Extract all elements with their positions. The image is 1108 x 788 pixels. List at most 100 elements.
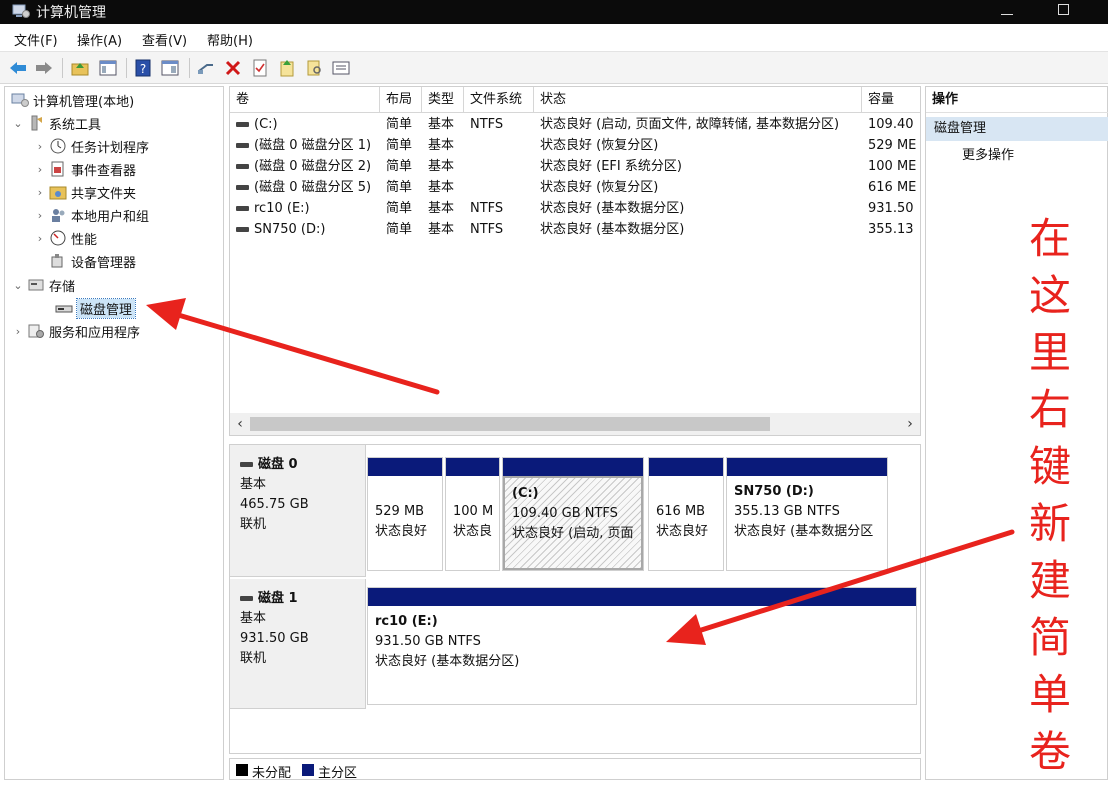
volume-status-text: 状态良好 (EFI 系统分区) [540, 159, 682, 174]
volume-status: 状态良好 (恢复分区) [534, 177, 862, 198]
column-header-status[interactable]: 状态 [534, 87, 862, 113]
volume-type: 基本 [422, 135, 464, 156]
minimize-button[interactable] [984, 0, 1030, 24]
back-button[interactable] [8, 58, 28, 78]
checklist-icon [253, 59, 267, 77]
volume-capacity-text: 529 ME [868, 138, 917, 153]
scroll-right-icon[interactable]: › [900, 413, 920, 435]
volume-capacity: 616 ME [862, 177, 920, 198]
tree-label: 性能 [71, 232, 98, 248]
tree-item-disk-management[interactable]: 磁盘管理 [53, 297, 137, 319]
chevron-right-icon[interactable]: › [33, 209, 47, 222]
chevron-right-icon[interactable]: › [33, 163, 47, 176]
forward-button[interactable] [34, 58, 54, 78]
tree-item-performance[interactable]: › 性能 [33, 227, 97, 249]
disk-0-info[interactable]: 磁盘 0 基本 465.75 GB 联机 [230, 445, 366, 577]
menu-help[interactable]: 帮助(H) [207, 30, 253, 49]
chevron-right-icon[interactable]: › [33, 232, 47, 245]
tree-label: 事件查看器 [71, 163, 137, 179]
back-arrow-icon [10, 62, 26, 74]
volume-capacity: 100 ME [862, 156, 920, 177]
volume-type-text: 基本 [428, 117, 455, 132]
tree-item-task-scheduler[interactable]: › 任务计划程序 [33, 135, 149, 157]
event-log-icon [51, 161, 64, 177]
partition-recovery-5[interactable]: 616 MB 状态良好 [648, 457, 724, 571]
legend-primary: 主分区 [318, 766, 358, 781]
column-header-capacity[interactable]: 容量 [862, 87, 920, 113]
toolbar-separator [126, 58, 127, 78]
chevron-right-icon[interactable]: › [33, 140, 47, 153]
tree-item-local-users[interactable]: › 本地用户和组 [33, 204, 149, 226]
volume-row[interactable]: (磁盘 0 磁盘分区 5) 简单 基本 状态良好 (恢复分区) 616 ME [230, 177, 920, 198]
partition-e-drive[interactable]: rc10 (E:) 931.50 GB NTFS 状态良好 (基本数据分区) [367, 587, 917, 705]
volume-type: 基本 [422, 177, 464, 198]
volume-type: 基本 [422, 219, 464, 240]
maximize-icon [1057, 4, 1069, 15]
volume-layout: 简单 [380, 135, 422, 156]
tree-label: 存储 [49, 279, 76, 295]
tree-item-system-tools[interactable]: ⌄ 系统工具 [11, 112, 101, 134]
partition-body: 616 MB 状态良好 [649, 476, 723, 570]
menu-action[interactable]: 操作(A) [77, 30, 122, 49]
properties-view-button[interactable] [160, 58, 180, 78]
search-document-icon [307, 60, 321, 76]
partition-body: SN750 (D:) 355.13 GB NTFS 状态良好 (基本数据分区 [727, 476, 887, 570]
chevron-down-icon[interactable]: ⌄ [11, 279, 25, 292]
view-list-button[interactable] [331, 58, 351, 78]
column-header-filesystem[interactable]: 文件系统 [464, 87, 534, 113]
volume-icon [236, 164, 249, 169]
tree-item-services-apps[interactable]: › 服务和应用程序 [11, 320, 140, 342]
scrollbar-thumb[interactable] [250, 417, 770, 431]
chevron-right-icon[interactable]: › [33, 186, 47, 199]
tree-item-storage[interactable]: ⌄ 存储 [11, 274, 75, 296]
chevron-right-icon[interactable]: › [11, 325, 25, 338]
volume-type: 基本 [422, 198, 464, 219]
checklist-button[interactable] [250, 58, 270, 78]
shared-folder-icon [49, 186, 67, 200]
tree-item-device-manager[interactable]: 设备管理器 [47, 250, 136, 272]
volume-row[interactable]: rc10 (E:) 简单 基本 NTFS 状态良好 (基本数据分区) 931.50 [230, 198, 920, 219]
menu-file[interactable]: 文件(F) [14, 30, 58, 49]
tree-item-root[interactable]: 计算机管理(本地) [9, 89, 134, 111]
scroll-left-icon[interactable]: ‹ [230, 413, 250, 435]
column-header-type[interactable]: 类型 [422, 87, 464, 113]
maximize-button[interactable] [1040, 0, 1086, 24]
volume-row[interactable]: (磁盘 0 磁盘分区 1) 简单 基本 状态良好 (恢复分区) 529 ME [230, 135, 920, 156]
volume-name-text: SN750 (D:) [254, 222, 326, 237]
annotation-char: 在 [1028, 214, 1071, 263]
volume-name-text: (磁盘 0 磁盘分区 1) [254, 138, 372, 153]
new-item-button[interactable] [277, 58, 297, 78]
menu-view[interactable]: 查看(V) [142, 30, 187, 49]
volume-type: 基本 [422, 156, 464, 177]
volume-icon [236, 122, 249, 127]
partition-recovery-1[interactable]: 529 MB 状态良好 [367, 457, 443, 571]
volume-row[interactable]: (磁盘 0 磁盘分区 2) 简单 基本 状态良好 (EFI 系统分区) 100 ME [230, 156, 920, 177]
show-hide-tree-button[interactable] [98, 58, 118, 78]
more-actions-link[interactable]: 更多操作 [962, 145, 1014, 167]
disk-1-info[interactable]: 磁盘 1 基本 931.50 GB 联机 [230, 579, 366, 709]
column-header-volume[interactable]: 卷 [230, 87, 380, 113]
search-button[interactable] [304, 58, 324, 78]
annotation-char: 简 [1028, 613, 1071, 662]
connect-button[interactable] [196, 58, 216, 78]
tree-item-shared-folders[interactable]: › 共享文件夹 [33, 181, 136, 203]
horizontal-scrollbar[interactable]: ‹ › [230, 413, 920, 435]
column-header-layout[interactable]: 布局 [380, 87, 422, 113]
partition-c-drive[interactable]: (C:) 109.40 GB NTFS 状态良好 (启动, 页面 [502, 457, 644, 571]
up-level-button[interactable] [70, 58, 90, 78]
tools-icon [31, 115, 42, 131]
tree-item-event-viewer[interactable]: › 事件查看器 [33, 158, 136, 180]
annotation-char: 卷 [1028, 727, 1071, 776]
annotation-char: 里 [1028, 328, 1071, 377]
partition-d-drive[interactable]: SN750 (D:) 355.13 GB NTFS 状态良好 (基本数据分区 [726, 457, 888, 571]
volume-list: 卷 布局 类型 文件系统 状态 容量 (C:) 简单 基本 NTFS 状态良好 (启动,… [229, 86, 921, 436]
partition-efi[interactable]: 100 M 状态良 [445, 457, 500, 571]
actions-section-disk-management[interactable]: 磁盘管理 [926, 117, 1108, 141]
volume-row[interactable]: (C:) 简单 基本 NTFS 状态良好 (启动, 页面文件, 故障转储, 基本数据分区… [230, 114, 920, 135]
delete-button[interactable] [223, 58, 243, 78]
volume-filesystem: NTFS [464, 114, 534, 135]
partition-size: 529 MB [375, 504, 425, 519]
chevron-down-icon[interactable]: ⌄ [11, 117, 25, 130]
help-button[interactable]: ? [133, 58, 153, 78]
volume-row[interactable]: SN750 (D:) 简单 基本 NTFS 状态良好 (基本数据分区) 355.13 [230, 219, 920, 240]
